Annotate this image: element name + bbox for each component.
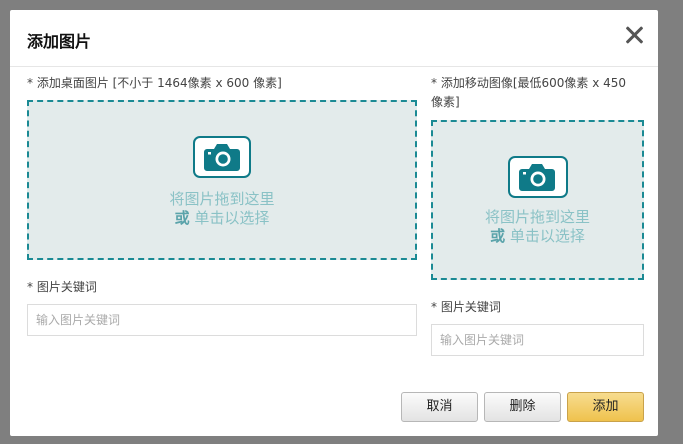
desktop-image-dropzone[interactable]: 将图片拖到这里 或 单击以选择 [27,100,417,260]
delete-button[interactable]: 删除 [484,392,561,422]
mobile-image-dropzone[interactable]: 将图片拖到这里 或 单击以选择 [431,120,644,280]
desktop-keyword-input[interactable] [27,304,417,336]
dropzone-drag-text: 将图片拖到这里 [169,190,275,208]
dropzone-or-text: 或 [174,209,190,227]
add-button[interactable]: 添加 [567,392,644,422]
camera-icon [193,136,251,178]
mobile-image-label-line1: * 添加移动图像[最低600像素 x 450 [431,76,627,90]
dropzone-select-text: 单击以选择 [505,227,585,245]
dropzone-or-text: 或 [490,227,506,245]
mobile-keyword-input[interactable] [431,324,644,356]
dropzone-click-text: 或 单击以选择 [433,226,642,246]
desktop-image-label: * 添加桌面图片 [不小于 1464像素 x 600 像素] [27,76,282,90]
dropzone-select-text: 单击以选择 [189,209,270,227]
dropzone-click-text: 或 单击以选择 [29,208,415,228]
close-icon[interactable] [623,24,645,46]
camera-icon [508,156,568,198]
dropzone-drag-text: 将图片拖到这里 [484,208,590,226]
dialog-title: 添加图片 [27,32,92,51]
mobile-image-label-line2: 像素] [431,95,460,109]
cancel-button[interactable]: 取消 [401,392,478,422]
add-image-dialog: 添加图片 * 添加桌面图片 [不小于 1464像素 x 600 像素] 将图片拖… [10,10,658,436]
dialog-header: 添加图片 [10,10,658,67]
desktop-keyword-label: * 图片关键词 [27,280,97,294]
mobile-keyword-label: * 图片关键词 [431,300,501,314]
